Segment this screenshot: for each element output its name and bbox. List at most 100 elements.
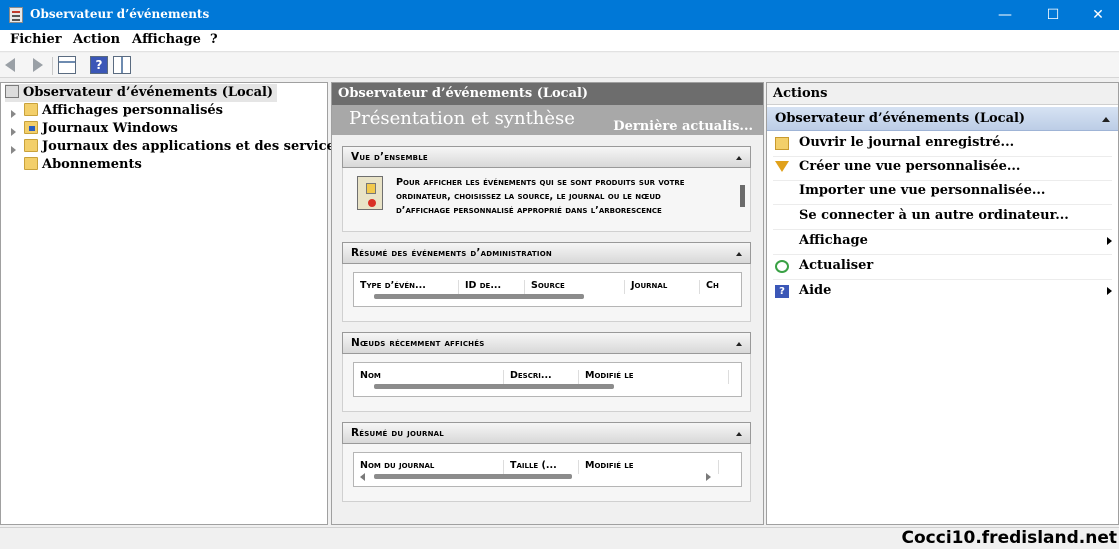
column-header[interactable]: Nom du journal xyxy=(354,460,504,474)
collapse-caret-icon[interactable] xyxy=(736,156,742,160)
section-recent-nodes-header[interactable]: Nœuds récemment affichés xyxy=(342,332,751,354)
overview-banner: Présentation et synthèse Dernière actual… xyxy=(332,105,763,135)
show-hide-console-tree-icon[interactable] xyxy=(58,56,76,74)
actions-title: Actions xyxy=(767,83,1118,105)
menu-bar: Fichier Action Affichage ? xyxy=(0,30,1119,52)
show-hide-action-pane-icon[interactable] xyxy=(113,56,131,74)
back-arrow-icon[interactable] xyxy=(5,58,15,72)
collapse-caret-icon[interactable] xyxy=(1102,117,1110,122)
column-header[interactable]: Taille (... xyxy=(504,460,579,474)
tree-item-label: Journaux des applications et des service… xyxy=(42,139,343,154)
expand-arrow-icon[interactable] xyxy=(11,146,16,154)
section-recent-nodes-body: Nom Descri... Modifié le xyxy=(342,354,751,412)
scroll-left-arrow-icon[interactable] xyxy=(360,473,365,481)
admin-events-grid: Type d’évén... ID de... Source Journal C… xyxy=(353,272,742,307)
action-open-saved-log[interactable]: Ouvrir le journal enregistré... xyxy=(773,132,1112,157)
overview-description: Pour afficher les événements qui se sont… xyxy=(396,177,685,216)
scroll-right-arrow-icon[interactable] xyxy=(706,473,711,481)
action-refresh[interactable]: Actualiser xyxy=(773,255,1112,280)
column-header[interactable]: Nom xyxy=(354,370,504,384)
horizontal-scrollbar[interactable] xyxy=(374,384,614,389)
collapse-caret-icon[interactable] xyxy=(736,432,742,436)
action-create-custom-view[interactable]: Créer une vue personnalisée... xyxy=(773,156,1112,181)
tree-item-custom-views[interactable]: Affichages personnalisés xyxy=(24,102,223,120)
close-button[interactable]: ✕ xyxy=(1075,0,1119,30)
actions-group-label: Observateur d’événements (Local) xyxy=(775,111,1026,126)
action-label: Actualiser xyxy=(799,258,874,273)
submenu-arrow-icon xyxy=(1107,287,1112,295)
last-refresh-label: Dernière actualis... xyxy=(613,119,753,134)
section-overview-body: Pour afficher les événements qui se sont… xyxy=(342,168,751,232)
section-overview-header[interactable]: Vue d’ensemble xyxy=(342,146,751,168)
action-help[interactable]: ? Aide xyxy=(773,280,1112,305)
maximize-button[interactable]: ☐ xyxy=(1030,0,1076,30)
section-admin-summary: Résumé des événements d’administration T… xyxy=(342,242,751,322)
help-icon: ? xyxy=(775,285,789,298)
section-recent-nodes: Nœuds récemment affichés Nom Descri... M… xyxy=(342,332,751,412)
section-admin-summary-header[interactable]: Résumé des événements d’administration xyxy=(342,242,751,264)
action-label: Ouvrir le journal enregistré... xyxy=(799,135,1015,150)
window-title: Observateur d’événements xyxy=(30,7,210,21)
section-log-summary-body: Nom du journal Taille (... Modifié le xyxy=(342,444,751,502)
tree-item-windows-logs[interactable]: Journaux Windows xyxy=(24,120,178,138)
menu-fichier[interactable]: Fichier xyxy=(10,32,62,47)
column-header[interactable]: Ch xyxy=(700,280,741,294)
event-viewer-node-icon xyxy=(5,85,19,98)
submenu-arrow-icon xyxy=(1107,237,1112,245)
section-title: Nœuds récemment affichés xyxy=(351,337,485,349)
column-header[interactable]: Descri... xyxy=(504,370,579,384)
folder-icon xyxy=(24,139,38,152)
expand-arrow-icon[interactable] xyxy=(11,110,16,118)
horizontal-scrollbar[interactable] xyxy=(374,294,584,299)
section-title: Résumé du journal xyxy=(351,427,444,439)
collapse-caret-icon[interactable] xyxy=(736,342,742,346)
toolbar-separator xyxy=(52,57,53,75)
subscriptions-icon xyxy=(24,157,38,170)
forward-arrow-icon[interactable] xyxy=(33,58,43,72)
column-header[interactable]: Journal xyxy=(625,280,700,294)
filter-icon xyxy=(775,161,789,172)
log-summary-grid: Nom du journal Taille (... Modifié le xyxy=(353,452,742,487)
tree-item-label: Affichages personnalisés xyxy=(42,103,224,118)
section-title: Vue d’ensemble xyxy=(351,151,428,163)
center-header: Observateur d’événements (Local) xyxy=(332,83,763,105)
tree-item-app-service-logs[interactable]: Journaux des applications et des service… xyxy=(24,138,342,156)
section-admin-summary-body: Type d’évén... ID de... Source Journal C… xyxy=(342,264,751,322)
tree-root-node[interactable]: Observateur d’événements (Local) xyxy=(5,84,278,102)
minimize-button[interactable]: — xyxy=(982,0,1028,30)
action-import-custom-view[interactable]: Importer une vue personnalisée... xyxy=(773,180,1112,205)
collapse-caret-icon[interactable] xyxy=(736,252,742,256)
column-header[interactable]: Source xyxy=(525,280,625,294)
overview-pane: Observateur d’événements (Local) Présent… xyxy=(331,82,764,525)
column-header[interactable]: Type d’évén... xyxy=(354,280,459,294)
column-header[interactable]: Modifié le xyxy=(579,460,719,474)
actions-group-header[interactable]: Observateur d’événements (Local) xyxy=(767,107,1118,131)
action-connect-other-computer[interactable]: Se connecter à un autre ordinateur... xyxy=(773,205,1112,230)
action-view[interactable]: Affichage xyxy=(773,230,1112,255)
action-label: Créer une vue personnalisée... xyxy=(799,159,1021,174)
open-folder-icon xyxy=(775,137,789,150)
menu-help[interactable]: ? xyxy=(210,32,218,47)
recent-nodes-grid: Nom Descri... Modifié le xyxy=(353,362,742,397)
column-header[interactable]: ID de... xyxy=(459,280,525,294)
vertical-scrollbar[interactable] xyxy=(740,185,745,207)
column-header[interactable]: Modifié le xyxy=(579,370,729,384)
actions-pane: Actions Observateur d’événements (Local)… xyxy=(766,82,1119,525)
menu-affichage[interactable]: Affichage xyxy=(132,32,201,47)
overview-title: Présentation et synthèse xyxy=(349,108,575,129)
section-log-summary-header[interactable]: Résumé du journal xyxy=(342,422,751,444)
windows-logs-folder-icon xyxy=(24,121,38,134)
toolbar: ? xyxy=(0,53,1119,78)
title-bar: Observateur d’événements — ☐ ✕ xyxy=(0,0,1119,30)
action-label: Affichage xyxy=(799,233,868,248)
action-label: Se connecter à un autre ordinateur... xyxy=(799,208,1069,223)
tree-item-label: Abonnements xyxy=(42,157,142,172)
action-label: Importer une vue personnalisée... xyxy=(799,183,1046,198)
menu-action[interactable]: Action xyxy=(73,32,120,47)
section-title: Résumé des événements d’administration xyxy=(351,247,552,259)
expand-arrow-icon[interactable] xyxy=(11,128,16,136)
tree-item-subscriptions[interactable]: Abonnements xyxy=(24,156,142,174)
help-icon[interactable]: ? xyxy=(90,56,108,74)
horizontal-scrollbar[interactable] xyxy=(374,474,572,479)
event-log-icon xyxy=(357,176,383,210)
